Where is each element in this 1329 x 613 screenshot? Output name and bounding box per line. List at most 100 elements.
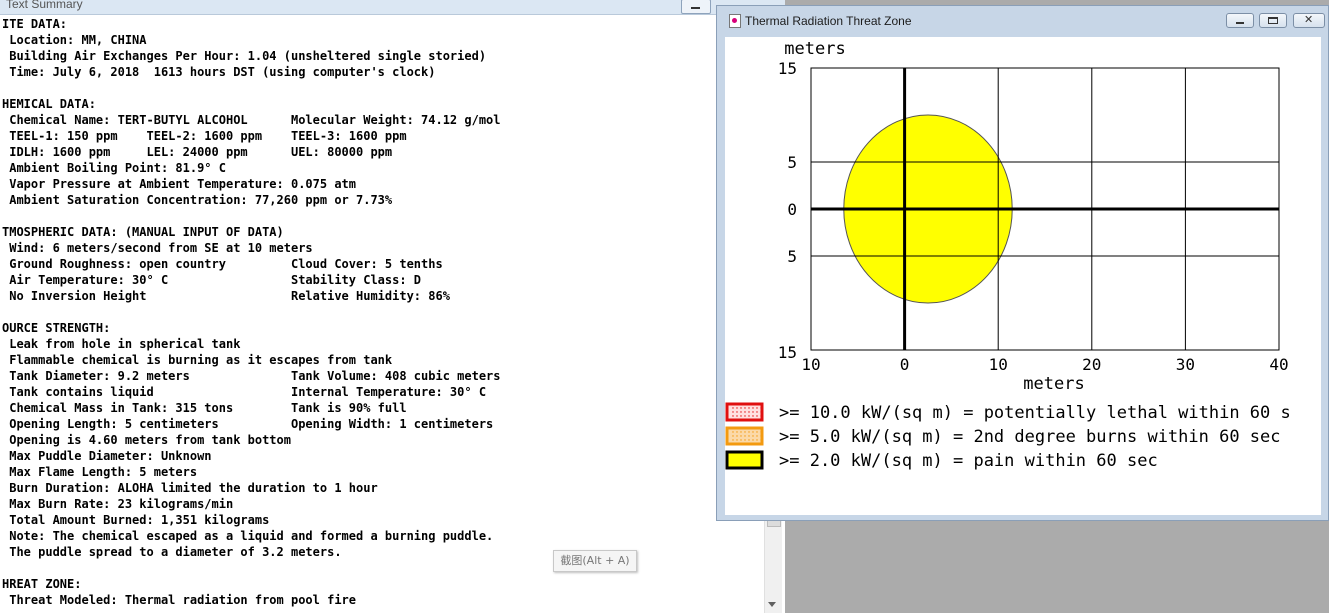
legend-swatch bbox=[725, 450, 764, 470]
threat-zone-chart: 10 0 10 20 30 401550515metersmeters>= 10.0 kW… bbox=[725, 39, 1291, 471]
legend-swatch-dot bbox=[748, 439, 750, 441]
legend-item: >= 10.0 kW/(sq m) = potentially lethal w… bbox=[725, 402, 1291, 423]
vertical-scrollbar[interactable] bbox=[764, 515, 782, 613]
legend-swatch-dot bbox=[744, 407, 746, 409]
summary-line: Max Burn Rate: 23 kilograms/min bbox=[2, 497, 234, 511]
legend-swatch-dot bbox=[740, 435, 742, 437]
y-tick-label: 5 bbox=[787, 153, 797, 172]
summary-line: TEEL-1: 150 ppm TEEL-2: 1600 ppm TEEL-3:… bbox=[2, 129, 407, 143]
legend-swatch-dot bbox=[760, 439, 762, 441]
legend-item: >= 2.0 kW/(sq m) = pain within 60 sec bbox=[725, 450, 1158, 471]
legend-swatch-dot bbox=[756, 435, 758, 437]
summary-line: TMOSPHERIC DATA: (MANUAL INPUT OF DATA) bbox=[2, 225, 284, 239]
legend-swatch-dot bbox=[752, 439, 754, 441]
legend-swatch-dot bbox=[744, 415, 746, 417]
scroll-down-arrow-icon[interactable] bbox=[768, 602, 776, 607]
summary-line: Tank Diameter: 9.2 meters Tank Volume: 4… bbox=[2, 369, 501, 383]
app-icon bbox=[729, 14, 741, 28]
text-summary-body: ITE DATA: Location: MM, CHINA Building A… bbox=[2, 16, 762, 608]
legend-swatch-dot bbox=[740, 411, 742, 413]
legend-swatch-dot bbox=[748, 407, 750, 409]
summary-line: Ambient Saturation Concentration: 77,260… bbox=[2, 193, 393, 207]
y-tick-label: 15 bbox=[778, 59, 797, 78]
threat-window-title: Thermal Radiation Threat Zone bbox=[745, 14, 912, 28]
legend-swatch-dot bbox=[736, 431, 738, 433]
legend-swatch-dot bbox=[760, 411, 762, 413]
legend-swatch-dot bbox=[736, 411, 738, 413]
summary-line bbox=[2, 208, 762, 224]
legend-item: >= 5.0 kW/(sq m) = 2nd degree burns with… bbox=[725, 426, 1281, 447]
legend-swatch-dot bbox=[732, 407, 734, 409]
summary-line: Opening is 4.60 meters from tank bottom bbox=[2, 433, 291, 447]
text-summary-title: Text Summary bbox=[6, 0, 83, 11]
summary-line: Flammable chemical is burning as it esca… bbox=[2, 353, 393, 367]
legend-swatch-dot bbox=[732, 411, 734, 413]
summary-line: Max Flame Length: 5 meters bbox=[2, 465, 198, 479]
legend-swatch-dot bbox=[736, 415, 738, 417]
summary-line: Ground Roughness: open country Cloud Cov… bbox=[2, 257, 443, 271]
legend-swatch-dot bbox=[732, 439, 734, 441]
summary-line: OURCE STRENGTH: bbox=[2, 321, 111, 335]
legend-swatch-dot bbox=[756, 415, 758, 417]
legend-swatch-dot bbox=[744, 411, 746, 413]
minimize-button[interactable] bbox=[681, 0, 711, 14]
legend-swatch-dot bbox=[760, 407, 762, 409]
legend-swatch-dot bbox=[756, 439, 758, 441]
close-button[interactable] bbox=[1293, 13, 1325, 28]
legend-swatch-dot bbox=[732, 431, 734, 433]
summary-line: Burn Duration: ALOHA limited the duratio… bbox=[2, 481, 378, 495]
legend-swatch-dot bbox=[732, 415, 734, 417]
summary-line: Vapor Pressure at Ambient Temperature: 0… bbox=[2, 177, 357, 191]
legend-swatch-dot bbox=[752, 415, 754, 417]
screenshot-tooltip: 截图(Alt + A) bbox=[553, 550, 637, 572]
x-tick-label: 0 bbox=[900, 355, 910, 374]
summary-line: Air Temperature: 30° C Stability Class: … bbox=[2, 273, 422, 287]
legend-swatch-dot bbox=[736, 439, 738, 441]
x-tick-label: 40 bbox=[1269, 355, 1288, 374]
legend-swatch-dot bbox=[732, 435, 734, 437]
legend-swatch-dot bbox=[760, 435, 762, 437]
x-tick-label: 20 bbox=[1082, 355, 1101, 374]
y-tick-label: 5 bbox=[787, 247, 797, 266]
legend-label: >= 2.0 kW/(sq m) = pain within 60 sec bbox=[779, 451, 1158, 471]
summary-line bbox=[2, 80, 762, 96]
legend-swatch-dot bbox=[740, 431, 742, 433]
summary-line: Wind: 6 meters/second from SE at 10 mete… bbox=[2, 241, 313, 255]
summary-line: Location: MM, CHINA bbox=[2, 33, 147, 47]
maximize-button[interactable] bbox=[1259, 13, 1287, 28]
legend-swatch-dot bbox=[744, 431, 746, 433]
text-summary-window: Text Summary ITE DATA: Location: MM, CHI… bbox=[0, 0, 785, 613]
text-summary-titlebar[interactable]: Text Summary bbox=[0, 0, 785, 15]
legend-swatch-dot bbox=[744, 435, 746, 437]
legend-swatch-dot bbox=[756, 431, 758, 433]
legend-swatch-dot bbox=[752, 431, 754, 433]
legend-swatch-dot bbox=[748, 415, 750, 417]
legend-label: >= 5.0 kW/(sq m) = 2nd degree burns with… bbox=[779, 427, 1281, 447]
y-tick-label: 15 bbox=[778, 343, 797, 362]
summary-line: Max Puddle Diameter: Unknown bbox=[2, 449, 212, 463]
threat-zone-plot-area: 10 0 10 20 30 40 15 5 0 5 15 meters meters >= 10.0 kW… bbox=[725, 37, 1321, 515]
summary-line: Ambient Boiling Point: 81.9° C bbox=[2, 161, 226, 175]
summary-line: HREAT ZONE: bbox=[2, 577, 82, 591]
summary-line: Total Amount Burned: 1,351 kilograms bbox=[2, 513, 270, 527]
summary-line: Time: July 6, 2018 1613 hours DST (using… bbox=[2, 65, 436, 79]
summary-line: Threat Modeled: Thermal radiation from p… bbox=[2, 593, 357, 607]
legend-swatch-dot bbox=[748, 411, 750, 413]
legend-swatch-dot bbox=[756, 407, 758, 409]
legend-swatch-dot bbox=[752, 435, 754, 437]
summary-line: ITE DATA: bbox=[2, 17, 68, 31]
summary-line: Chemical Name: TERT-BUTYL ALCOHOL Molecu… bbox=[2, 113, 501, 127]
minimize-button[interactable] bbox=[1226, 13, 1254, 28]
summary-line bbox=[2, 304, 762, 320]
legend-label: >= 10.0 kW/(sq m) = potentially lethal w… bbox=[779, 403, 1291, 423]
x-tick-label: 30 bbox=[1176, 355, 1195, 374]
summary-line: Tank contains liquid Internal Temperatur… bbox=[2, 385, 487, 399]
x-axis-title: meters bbox=[1023, 374, 1084, 394]
legend-swatch-dot bbox=[736, 435, 738, 437]
summary-line: Leak from hole in spherical tank bbox=[2, 337, 241, 351]
summary-line: Chemical Mass in Tank: 315 tons Tank is … bbox=[2, 401, 407, 415]
x-tick-label: 10 bbox=[989, 355, 1008, 374]
legend-swatch-dot bbox=[748, 431, 750, 433]
summary-line: Opening Length: 5 centimeters Opening Wi… bbox=[2, 417, 494, 431]
legend-swatch-dot bbox=[748, 435, 750, 437]
